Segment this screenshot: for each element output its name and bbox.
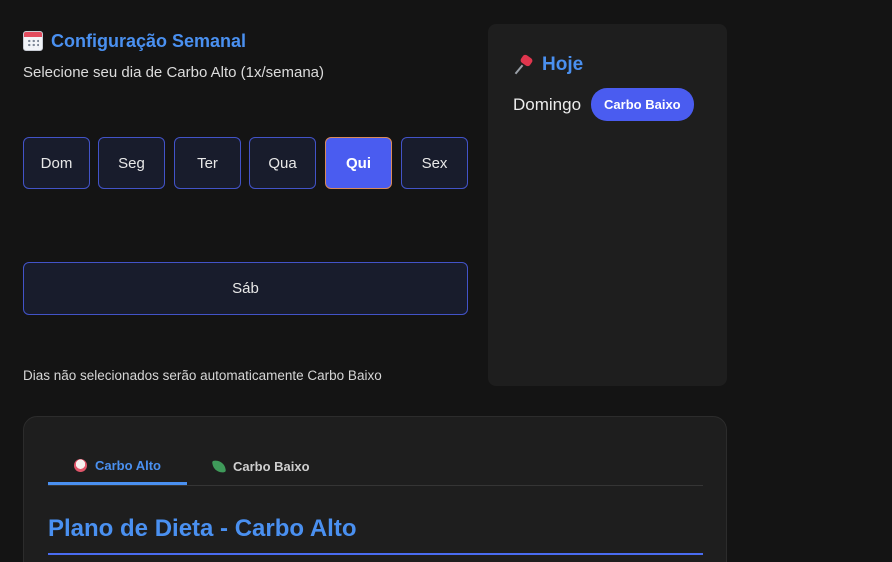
config-note: Dias não selecionados serão automaticame… — [23, 368, 382, 383]
config-subtitle: Selecione seu dia de Carbo Alto (1x/sema… — [23, 64, 325, 81]
page: Configuração Semanal Selecione seu dia d… — [0, 0, 892, 562]
day-button-qui[interactable]: Qui — [325, 137, 392, 189]
day-button-sex[interactable]: Sex — [401, 137, 468, 189]
today-panel: Hoje Domingo Carbo Baixo — [488, 24, 727, 386]
config-title: Configuração Semanal — [23, 28, 468, 54]
config-title-text: Configuração Semanal — [51, 30, 247, 51]
weekly-config-section: Configuração Semanal Selecione seu dia d… — [23, 28, 468, 383]
diet-plan-card: Carbo Alto Carbo Baixo Plano de Dieta - … — [23, 416, 727, 562]
diet-type-badge: Carbo Baixo — [591, 88, 694, 121]
plan-tabs: Carbo Alto Carbo Baixo — [48, 447, 703, 486]
today-info: Domingo Carbo Baixo — [513, 88, 694, 121]
today-title: Hoje — [514, 53, 584, 76]
calendar-icon — [23, 31, 43, 51]
day-button-seg[interactable]: Seg — [98, 137, 165, 189]
day-button-qua[interactable]: Qua — [249, 137, 316, 189]
leaf-icon — [211, 458, 227, 474]
day-button-ter[interactable]: Ter — [174, 137, 241, 189]
day-button-dom[interactable]: Dom — [23, 137, 90, 189]
tab-carbo-baixo-label: Carbo Baixo — [233, 458, 310, 474]
today-title-text: Hoje — [542, 54, 584, 75]
tab-carbo-alto-label: Carbo Alto — [95, 458, 161, 473]
tab-carbo-alto[interactable]: Carbo Alto — [48, 447, 187, 485]
rice-icon — [74, 459, 87, 472]
pushpin-icon — [514, 53, 534, 75]
tab-carbo-baixo[interactable]: Carbo Baixo — [211, 447, 333, 485]
today-day: Domingo — [513, 94, 582, 114]
plan-title: Plano de Dieta - Carbo Alto — [48, 515, 703, 555]
day-button-sab[interactable]: Sáb — [23, 262, 468, 315]
